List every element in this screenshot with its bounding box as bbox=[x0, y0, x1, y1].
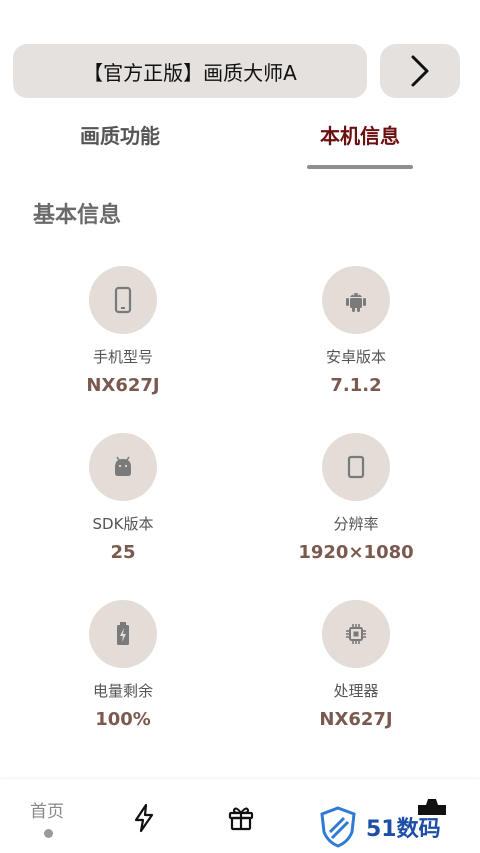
info-item-phone-model: 手机型号 NX627J bbox=[23, 266, 223, 396]
tab-indicator bbox=[307, 165, 413, 169]
top-bar: 【官方正版】画质大师A bbox=[13, 44, 460, 100]
info-icon-circle bbox=[89, 600, 157, 668]
info-value: 25 bbox=[110, 542, 136, 563]
phone-icon bbox=[114, 286, 132, 314]
screen-icon bbox=[347, 455, 365, 479]
info-icon-circle bbox=[89, 266, 157, 334]
nav-home[interactable]: 首页 bbox=[30, 797, 64, 822]
info-label: 处理器 bbox=[333, 682, 379, 700]
info-label: 电量剩余 bbox=[92, 682, 153, 700]
battery-icon bbox=[117, 622, 129, 645]
info-value: 100% bbox=[95, 709, 151, 730]
android-icon bbox=[346, 293, 366, 312]
info-label: 安卓版本 bbox=[325, 348, 386, 366]
info-icon-circle bbox=[322, 433, 390, 501]
info-label: 手机型号 bbox=[92, 348, 153, 366]
tab-quality-features[interactable]: 画质功能 bbox=[80, 120, 160, 149]
info-label: 分辨率 bbox=[333, 515, 379, 533]
android-head-icon bbox=[115, 456, 131, 476]
info-item-battery: 电量剩余 100% bbox=[23, 600, 223, 730]
info-icon-circle bbox=[322, 600, 390, 668]
lightning-icon[interactable] bbox=[132, 803, 156, 833]
watermark-text: 51数码 bbox=[366, 817, 441, 842]
app-title: 【官方正版】画质大师A bbox=[83, 60, 297, 85]
info-value: 1920×1080 bbox=[298, 542, 414, 563]
info-icon-circle bbox=[322, 266, 390, 334]
tab-device-info[interactable]: 本机信息 bbox=[320, 120, 400, 149]
info-label: SDK版本 bbox=[92, 515, 154, 533]
info-item-processor: 处理器 NX627J bbox=[256, 600, 456, 730]
info-item-sdk-version: SDK版本 25 bbox=[23, 433, 223, 563]
section-title: 基本信息 bbox=[33, 203, 122, 228]
info-value: NX627J bbox=[319, 709, 393, 730]
info-item-resolution: 分辨率 1920×1080 bbox=[256, 433, 456, 563]
watermark: 51数码 bbox=[318, 806, 441, 848]
title-pill[interactable]: 【官方正版】画质大师A bbox=[13, 44, 367, 98]
gift-icon[interactable] bbox=[227, 803, 255, 831]
info-value: 7.1.2 bbox=[330, 375, 382, 396]
info-item-android-version: 安卓版本 7.1.2 bbox=[256, 266, 456, 396]
info-icon-circle bbox=[89, 433, 157, 501]
next-button[interactable] bbox=[380, 44, 460, 98]
chevron-right-icon bbox=[411, 55, 429, 87]
chip-icon bbox=[346, 624, 366, 644]
tab-bar: 画质功能 本机信息 bbox=[0, 120, 480, 172]
shield-logo-icon bbox=[320, 806, 356, 848]
info-value: NX627J bbox=[86, 375, 160, 396]
nav-active-dot bbox=[44, 829, 53, 838]
